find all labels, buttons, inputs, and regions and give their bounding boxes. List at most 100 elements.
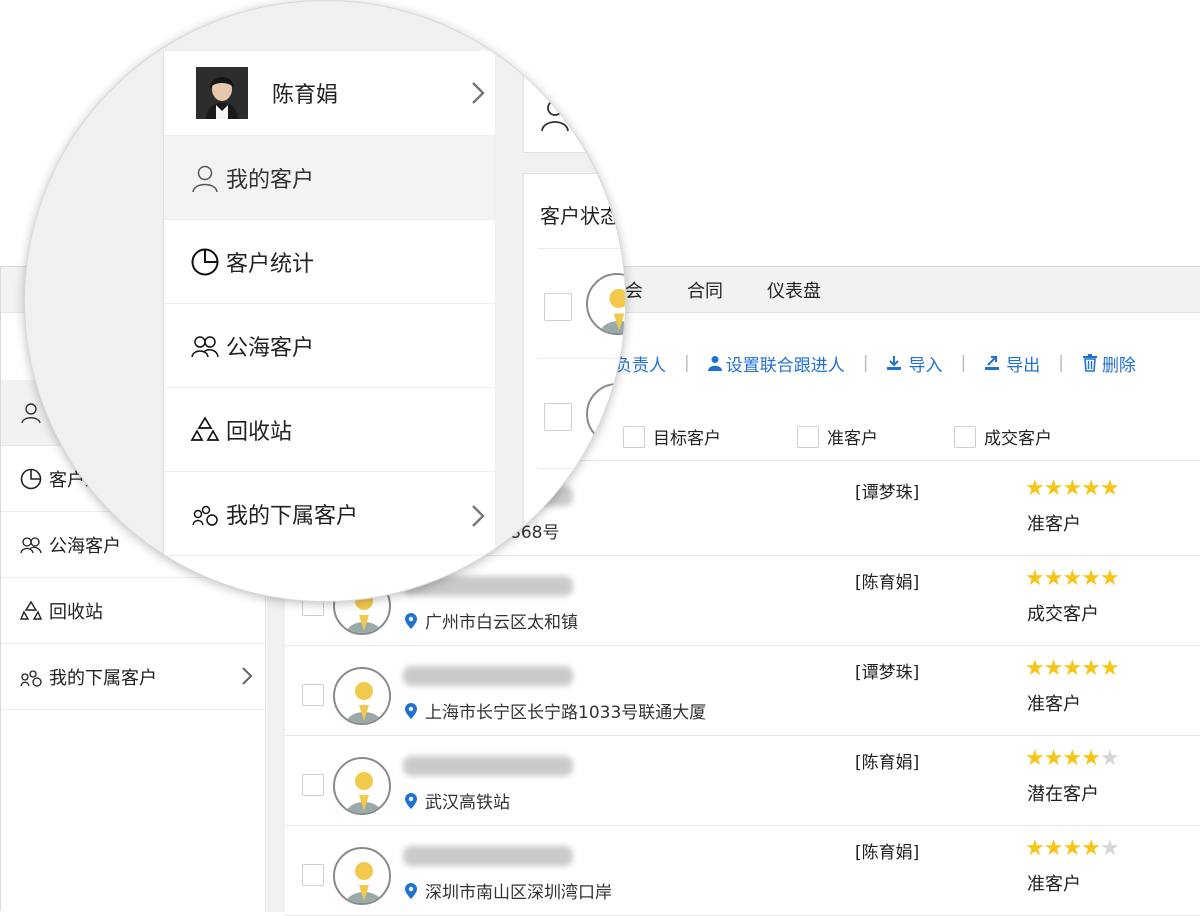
address-text: 广州市白云区太和镇 [425,613,578,633]
menu-item-customer-stats[interactable]: 客户统计 [164,220,495,304]
owner-name: [陈育娟] [855,843,920,863]
summary-card [523,51,625,153]
magnified-view: 陈育娟 我的客户 客户统计 公海客户 回收站 我的下属客户 客户状态 [25,1,625,601]
star-filled-icon: ★ [1099,476,1120,501]
customer-status-card: 客户状态 [523,173,625,601]
star-filled-icon: ★ [1062,566,1082,591]
company-avatar [333,667,391,725]
star-filled-icon: ★ [1043,476,1064,501]
person-icon [540,98,570,136]
magnified-sidebar: 陈育娟 我的客户 客户统计 公海客户 回收站 我的下属客户 [163,51,495,601]
company-name-redacted [403,756,573,776]
rating-stars: ★ ★ ★ ★ ★ [1025,836,1120,861]
panel-title: 客户状态 [540,204,620,228]
company-avatar [333,757,391,815]
company-name-redacted [403,666,573,686]
star-filled-icon: ★ [1099,656,1120,681]
company-address: 深圳市南山区深圳湾口岸 [405,878,612,903]
filter-prospective-customers[interactable]: 准客户 [797,424,878,449]
star-filled-icon: ★ [1081,836,1101,861]
person-icon [190,163,220,193]
list-item [538,468,625,578]
star-empty-icon: ★ [1099,836,1120,861]
list-item[interactable] [538,248,625,358]
nav-item-dashboard[interactable]: 仪表盘 [767,277,821,303]
user-name: 陈育娟 [272,83,339,108]
user-icon [707,355,722,371]
sidebar-item-label: 回收站 [49,601,103,623]
owner-name: [陈育娟] [855,753,920,773]
star-filled-icon: ★ [1025,476,1045,501]
menu-item-subordinate-customers[interactable]: 我的下属客户 [164,472,495,556]
star-filled-icon: ★ [1025,746,1045,771]
checkbox[interactable] [797,425,819,448]
rating-stars: ★ ★ ★ ★ ★ [1025,476,1120,501]
menu-item-label: 我的客户 [226,167,315,193]
location-pin-icon [405,882,417,899]
star-filled-icon: ★ [1081,566,1101,591]
table-row[interactable]: 深圳市南山区深圳湾口岸 [陈育娟] ★ ★ ★ ★ ★ 准客户 [285,826,1200,916]
customer-status: 潜在客户 [1027,784,1099,805]
customer-status: 准客户 [1027,874,1081,895]
checkbox[interactable] [954,425,976,448]
recycle-icon [19,599,43,623]
star-filled-icon: ★ [1062,476,1082,501]
address-text: 深圳市南山区深圳湾口岸 [425,883,612,903]
star-filled-icon: ★ [1081,746,1101,771]
filter-closed-customers[interactable]: 成交客户 [954,424,1052,449]
star-filled-icon: ★ [1062,656,1082,681]
star-filled-icon: ★ [1081,656,1101,681]
row-checkbox[interactable] [302,864,324,886]
user-profile[interactable]: 陈育娟 [164,51,495,136]
import-icon [886,355,902,371]
star-empty-icon: ★ [1099,746,1120,771]
star-filled-icon: ★ [1025,836,1045,861]
menu-item-my-customers[interactable]: 我的客户 [164,136,495,220]
location-pin-icon [405,792,417,809]
address-text: 上海市长宁区长宁路1033号联通大厦 [425,703,707,723]
menu-item-label: 我的下属客户 [226,503,359,529]
rating-stars: ★ ★ ★ ★ ★ [1025,566,1120,591]
star-filled-icon: ★ [1025,656,1045,681]
pie-chart-icon [190,247,220,277]
import-button[interactable]: 导入 [886,351,942,376]
company-address: 广州市白云区太和镇 [405,608,578,633]
customer-status: 成交客户 [1027,604,1099,625]
star-filled-icon: ★ [1062,836,1082,861]
delete-button[interactable]: 删除 [1082,351,1136,376]
row-checkbox[interactable] [302,774,324,796]
table-row[interactable]: 武汉高铁站 [陈育娟] ★ ★ ★ ★ ★ 潜在客户 [285,736,1200,826]
row-checkbox[interactable] [302,684,324,706]
menu-item-recycle-bin[interactable]: 回收站 [164,388,495,472]
owner-name: [陈育娟] [855,573,920,593]
star-filled-icon: ★ [1043,836,1064,861]
filter-target-customers[interactable]: 目标客户 [623,424,721,449]
magnified-content: 客户状态 [495,51,625,601]
export-icon [984,355,1000,371]
nav-item-partial[interactable]: 会 [625,277,643,303]
company-address: 上海市长宁区长宁路1033号联通大厦 [405,698,706,723]
table-row[interactable]: 上海市长宁区长宁路1033号联通大厦 [谭梦珠] ★ ★ ★ ★ ★ 准客户 [285,646,1200,736]
star-filled-icon: ★ [1025,566,1045,591]
list-item[interactable] [538,358,625,468]
sidebar-item-subordinate-customers[interactable]: 我的下属客户 [1,644,265,710]
menu-item-public-customers[interactable]: 公海客户 [164,304,495,388]
subordinate-icon [190,499,220,529]
checkbox[interactable] [623,425,645,448]
company-name-redacted [403,846,573,866]
toolbar-divider: | [862,353,869,373]
company-avatar [586,273,625,335]
set-co-follower-button[interactable]: 设置联合跟进人 [707,351,845,376]
rating-stars: ★ ★ ★ ★ ★ [1025,746,1120,771]
company-address: 武汉高铁站 [405,788,510,813]
checkbox[interactable] [544,293,572,321]
star-filled-icon: ★ [1043,746,1064,771]
company-avatar [586,383,625,445]
address-text: 武汉高铁站 [425,793,510,813]
export-button[interactable]: 导出 [984,351,1040,376]
checkbox[interactable] [544,403,572,431]
toolbar-divider: | [960,353,967,373]
star-filled-icon: ★ [1081,476,1101,501]
nav-item-contracts[interactable]: 合同 [687,277,723,303]
trash-icon [1082,354,1098,372]
